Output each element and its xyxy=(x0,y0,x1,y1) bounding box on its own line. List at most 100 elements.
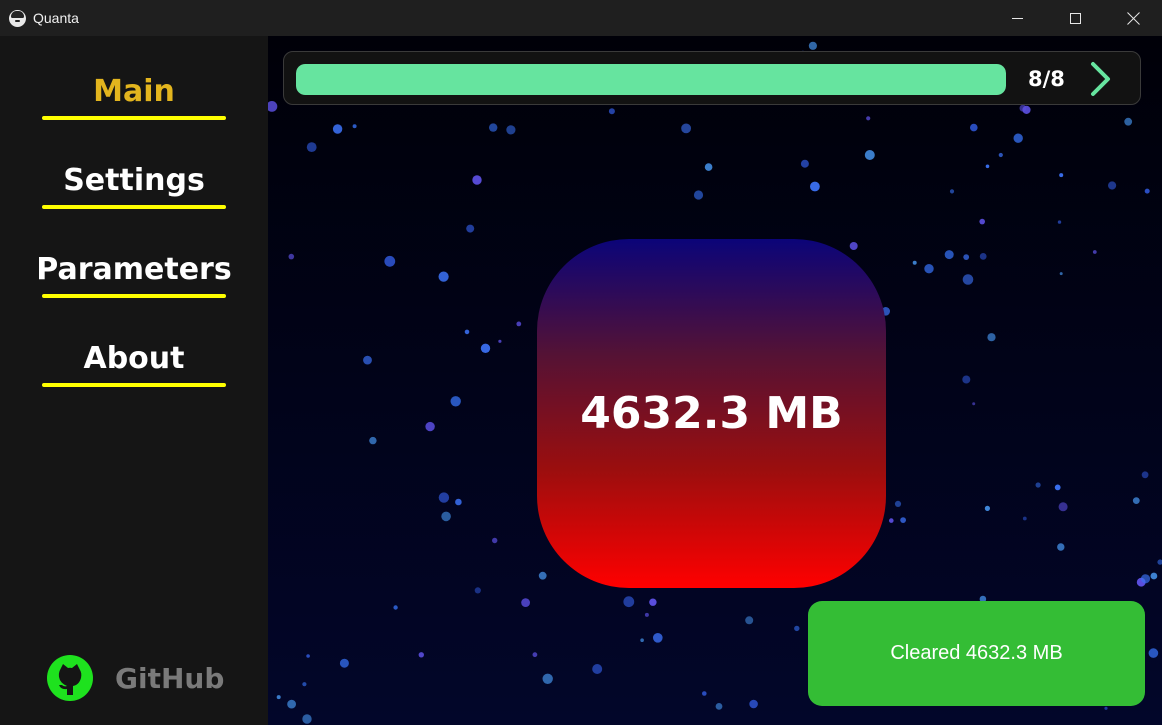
star-dot xyxy=(592,664,603,674)
star-dot xyxy=(438,492,450,503)
star-dot xyxy=(492,537,498,544)
star-dot xyxy=(949,189,955,194)
star-dot xyxy=(1148,648,1159,658)
star-dot xyxy=(970,123,978,132)
star-dot xyxy=(745,616,754,625)
github-label: GitHub xyxy=(115,661,225,695)
close-button[interactable] xyxy=(1104,0,1162,36)
star-dot xyxy=(644,612,649,617)
star-dot xyxy=(302,682,307,687)
star-dot xyxy=(306,654,310,658)
title-bar: Quanta xyxy=(0,0,1162,36)
progress-panel: 8/8 xyxy=(283,51,1141,105)
star-dot xyxy=(1140,574,1151,584)
progress-count: 8/8 xyxy=(1028,67,1065,91)
chevron-right-icon[interactable] xyxy=(1086,60,1114,98)
star-dot xyxy=(704,163,713,171)
maximize-icon xyxy=(1069,12,1081,24)
sidebar: Main Settings Parameters About GitHub xyxy=(0,36,268,725)
star-dot xyxy=(268,101,278,112)
star-dot xyxy=(894,500,902,507)
star-dot xyxy=(749,699,758,709)
star-dot xyxy=(288,253,295,260)
star-dot xyxy=(985,164,990,169)
star-dot xyxy=(363,355,372,365)
star-dot xyxy=(287,699,296,709)
star-dot xyxy=(369,436,377,445)
star-dot xyxy=(339,658,349,668)
star-dot xyxy=(384,255,396,267)
star-dot xyxy=(425,421,435,432)
star-dot xyxy=(963,254,970,260)
star-dot xyxy=(1022,516,1027,521)
star-dot xyxy=(649,598,657,606)
star-dot xyxy=(924,264,934,274)
star-dot xyxy=(1108,181,1117,190)
star-dot xyxy=(864,150,875,160)
star-dot xyxy=(889,518,894,523)
star-dot xyxy=(800,159,809,168)
star-dot xyxy=(944,250,954,260)
github-icon xyxy=(47,655,93,701)
nav-settings[interactable]: Settings xyxy=(42,159,226,201)
star-dot xyxy=(849,242,858,250)
star-dot xyxy=(608,108,615,115)
progress-bar xyxy=(296,64,1006,95)
star-dot xyxy=(987,333,996,342)
maximize-button[interactable] xyxy=(1046,0,1104,36)
star-dot xyxy=(464,329,470,335)
star-dot xyxy=(912,260,917,265)
nav-parameters[interactable]: Parameters xyxy=(36,248,231,290)
star-dot xyxy=(466,224,475,233)
star-dot xyxy=(332,124,343,134)
close-icon xyxy=(1127,12,1140,25)
star-dot xyxy=(438,271,449,282)
github-link[interactable]: GitHub xyxy=(47,655,224,701)
star-dot xyxy=(506,125,516,135)
star-dot xyxy=(1059,173,1064,178)
star-dot xyxy=(1092,250,1097,254)
star-dot xyxy=(532,652,538,658)
nav-parameters-underline xyxy=(42,294,226,298)
star-dot xyxy=(1132,497,1140,504)
minimize-icon xyxy=(1011,17,1023,19)
star-dot xyxy=(693,190,704,200)
star-dot xyxy=(653,633,663,643)
star-dot xyxy=(498,339,502,343)
star-dot xyxy=(480,343,491,353)
star-dot xyxy=(418,652,424,658)
window-title: Quanta xyxy=(33,10,79,26)
star-dot xyxy=(984,505,991,511)
star-dot xyxy=(1104,706,1108,710)
nav-main[interactable]: Main xyxy=(42,70,226,112)
star-dot xyxy=(276,695,281,700)
star-dot xyxy=(521,598,530,607)
star-dot xyxy=(998,152,1003,158)
star-dot xyxy=(516,321,522,327)
star-dot xyxy=(1144,188,1150,194)
nav-main-underline xyxy=(42,116,226,120)
star-dot xyxy=(474,587,481,594)
star-dot xyxy=(538,571,547,580)
star-dot xyxy=(702,691,707,696)
star-dot xyxy=(979,218,985,225)
star-dot xyxy=(1035,482,1041,488)
star-dot xyxy=(450,396,461,407)
star-dot xyxy=(715,703,723,710)
star-dot xyxy=(455,498,462,506)
star-dot xyxy=(1057,220,1062,224)
star-dot xyxy=(1141,471,1149,479)
star-dot xyxy=(794,625,800,632)
nav-settings-underline xyxy=(42,205,226,209)
star-dot xyxy=(1022,105,1031,114)
star-dot xyxy=(810,181,820,192)
star-dot xyxy=(393,605,398,610)
freed-size-display: 4632.3 MB xyxy=(537,239,886,588)
star-dot xyxy=(1054,484,1061,491)
minimize-button[interactable] xyxy=(988,0,1046,36)
nav-about[interactable]: About xyxy=(42,337,226,379)
star-dot xyxy=(441,511,451,522)
star-dot xyxy=(972,402,976,406)
window-controls xyxy=(988,0,1162,36)
star-dot xyxy=(306,142,317,152)
